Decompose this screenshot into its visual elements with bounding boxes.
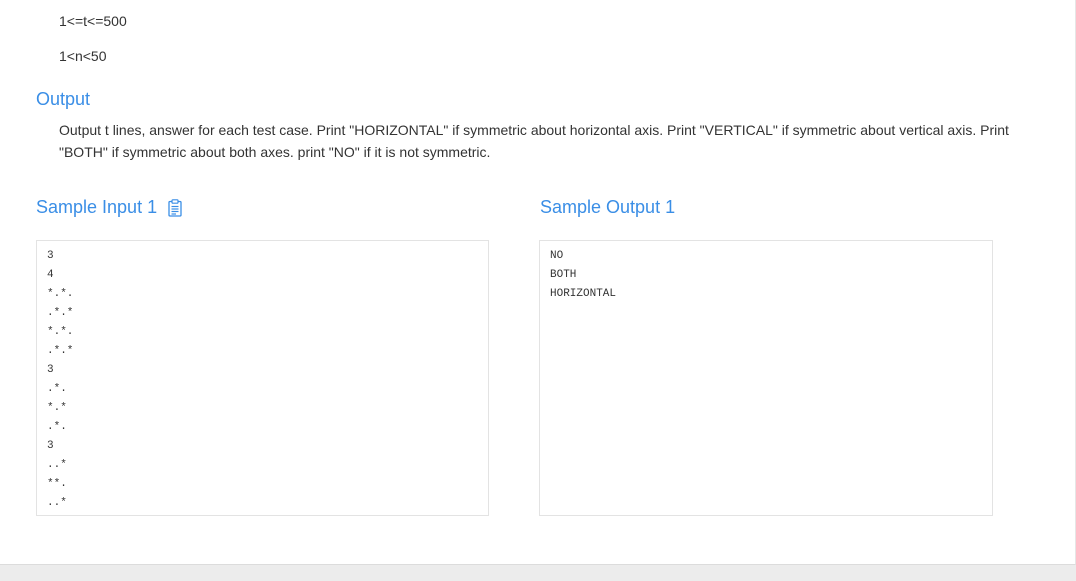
output-heading: Output [36, 89, 91, 109]
constraint-n: 1<n<50 [59, 48, 107, 64]
constraint-t: 1<=t<=500 [59, 13, 127, 29]
sample-output-heading: Sample Output 1 [540, 197, 676, 217]
sample-input-content: 3 4 *.*. .*.* *.*. .*.* 3 .*. *.* .*. 3 … [47, 250, 74, 509]
sample-input-heading: Sample Input 1 [36, 197, 158, 217]
sample-output-box[interactable]: NO BOTH HORIZONTAL [539, 240, 993, 516]
output-description: Output t lines, answer for each test cas… [59, 122, 1009, 160]
sample-input-box[interactable]: 3 4 *.*. .*.* *.*. .*.* 3 .*. *.* .*. 3 … [36, 240, 489, 516]
problem-statement-card: 1<=t<=500 1<n<50 Output Output t lines, … [0, 0, 1076, 565]
sample-output-content: NO BOTH HORIZONTAL [550, 250, 617, 300]
clipboard-icon[interactable] [168, 199, 182, 217]
